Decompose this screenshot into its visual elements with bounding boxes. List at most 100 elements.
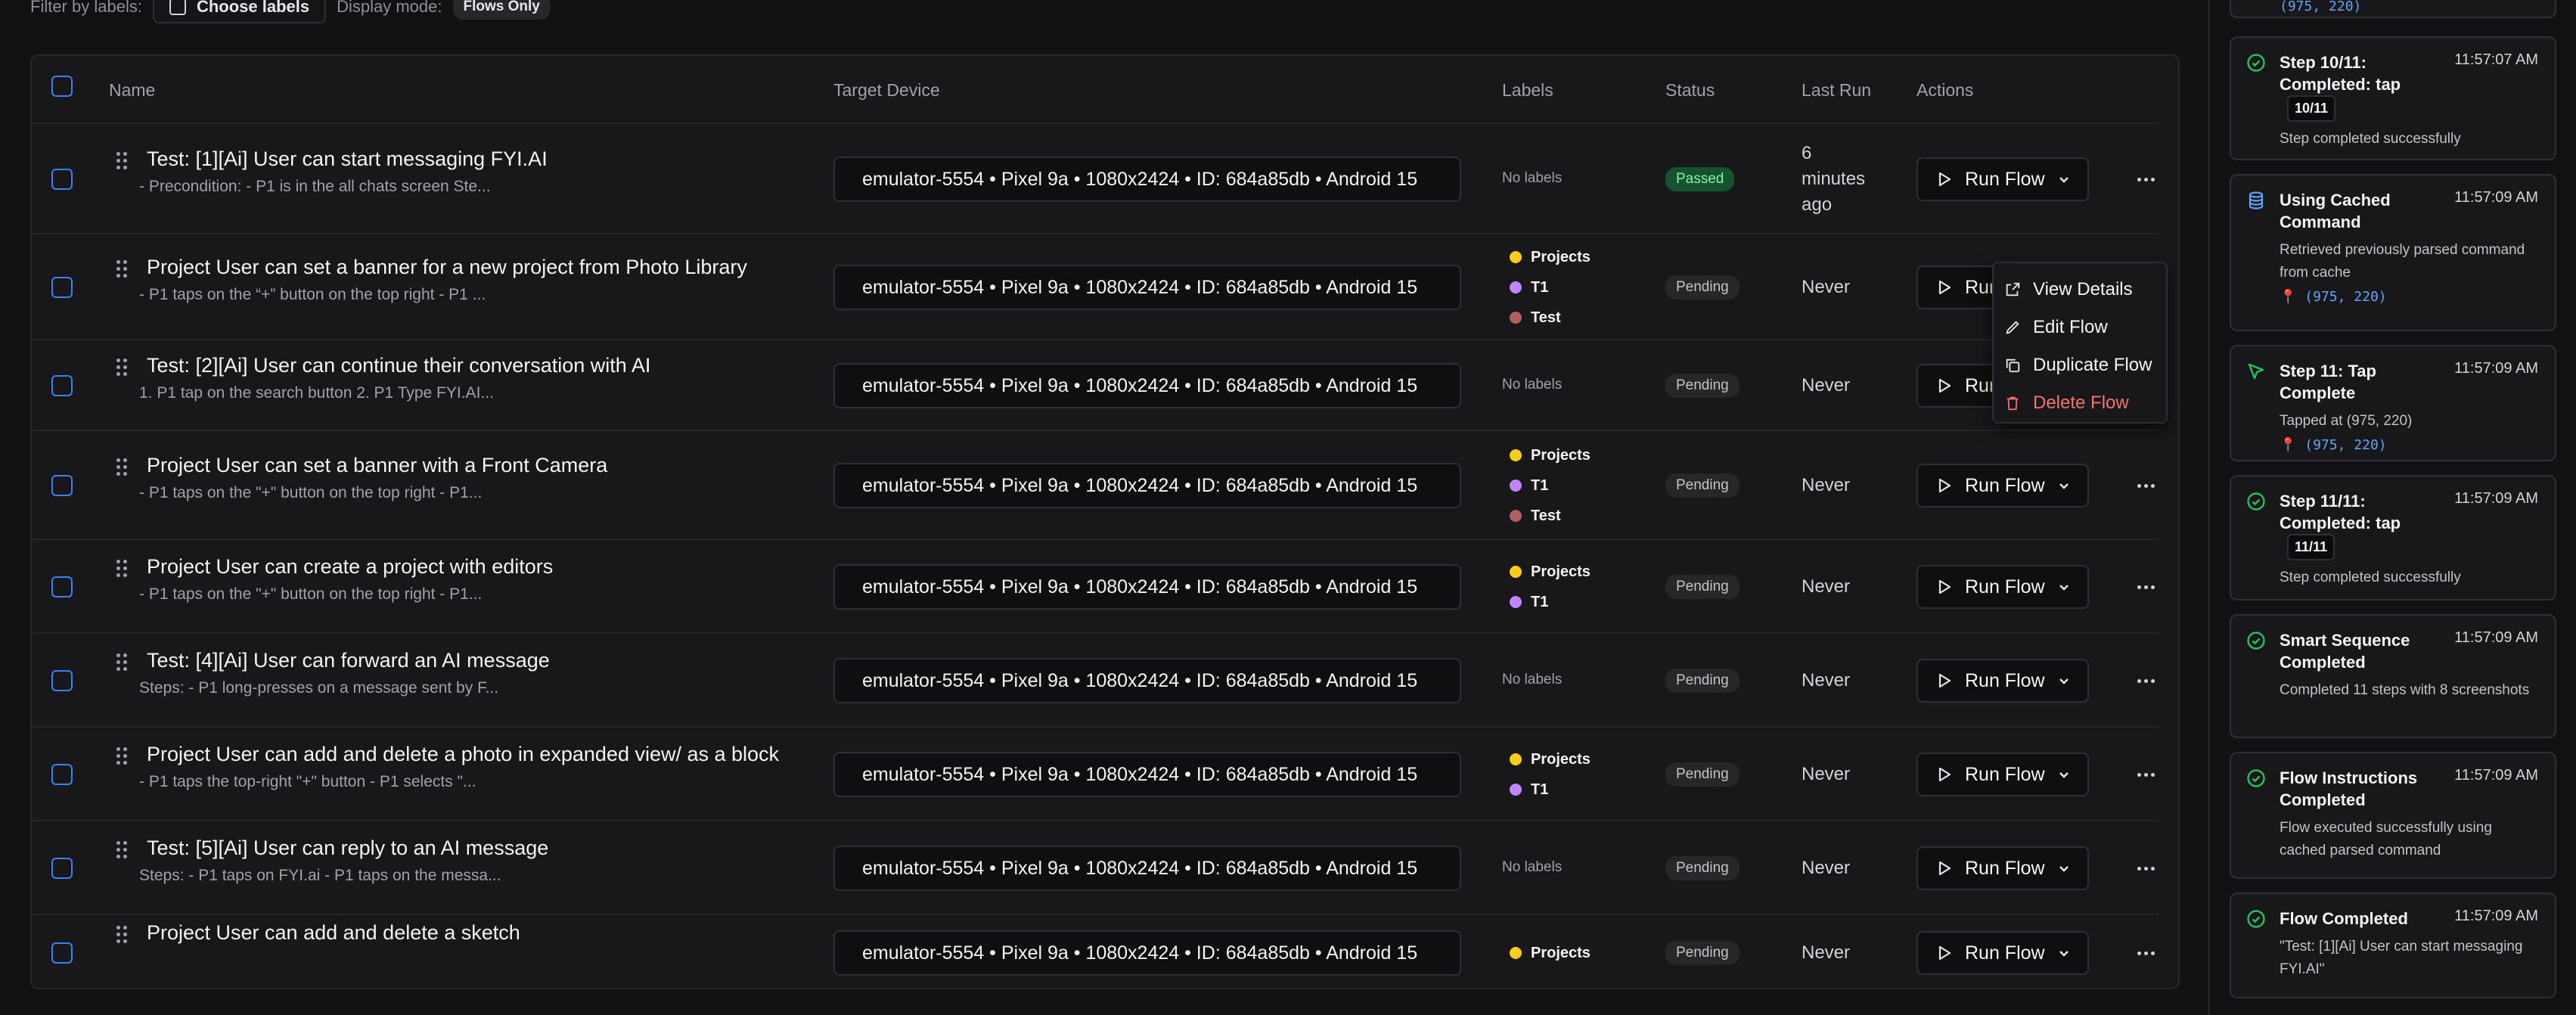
flow-description: Steps: - P1 taps on FYI.ai - P1 taps on … — [139, 867, 501, 884]
menu-duplicate-flow[interactable]: Duplicate Flow — [2004, 346, 2155, 384]
chevron-down-icon[interactable] — [2057, 768, 2071, 781]
flow-title[interactable]: Project User can add and delete a sketch — [147, 921, 520, 945]
header-status[interactable]: Status — [1665, 80, 1715, 101]
row-checkbox[interactable] — [51, 670, 73, 691]
more-options-icon[interactable] — [2133, 166, 2159, 192]
flow-title[interactable]: Project User can add and delete a photo … — [147, 743, 779, 766]
menu-delete-flow-label: Delete Flow — [2033, 393, 2129, 413]
row-checkbox[interactable] — [51, 576, 73, 598]
table-row[interactable]: Project User can set a banner for a new … — [32, 234, 2159, 340]
table-row[interactable]: Test: [2][Ai] User can continue their co… — [32, 340, 2159, 431]
run-flow-label: Run Flow — [1965, 474, 2045, 496]
chevron-down-icon[interactable] — [2057, 946, 2071, 960]
label-chip[interactable]: Projects — [1510, 561, 1591, 582]
flow-title[interactable]: Test: [2][Ai] User can continue their co… — [147, 354, 650, 377]
checkbox-icon — [169, 0, 186, 15]
target-device-select[interactable]: emulator-5554 • Pixel 9a • 1080x2424 • I… — [833, 157, 1461, 202]
row-checkbox[interactable] — [51, 764, 73, 785]
target-device-select[interactable]: emulator-5554 • Pixel 9a • 1080x2424 • I… — [833, 930, 1461, 976]
row-checkbox[interactable] — [51, 375, 73, 396]
label-chip[interactable]: Test — [1510, 505, 1591, 526]
drag-handle-icon[interactable] — [116, 653, 127, 671]
display-mode-toggle[interactable]: Flows Only — [452, 0, 551, 20]
label-chip[interactable]: T1 — [1510, 475, 1591, 496]
label-chip[interactable]: Projects — [1510, 445, 1591, 466]
run-flow-button[interactable]: Run Flow — [1916, 753, 2089, 796]
flow-title[interactable]: Project User can set a banner with a Fro… — [147, 454, 607, 477]
chevron-down-icon[interactable] — [2057, 674, 2071, 688]
header-name[interactable]: Name — [109, 80, 155, 101]
run-flow-button[interactable]: Run Flow — [1916, 659, 2089, 703]
run-flow-button[interactable]: Run Flow — [1916, 846, 2089, 890]
drag-handle-icon[interactable] — [116, 747, 127, 765]
table-row[interactable]: Project User can create a project with e… — [32, 540, 2159, 634]
choose-labels-button[interactable]: Choose labels — [152, 0, 327, 23]
label-chip[interactable]: Test — [1510, 307, 1591, 328]
table-row[interactable]: Test: [1][Ai] User can start messaging F… — [32, 124, 2159, 234]
run-flow-button[interactable]: Run Flow — [1916, 157, 2089, 201]
flow-title[interactable]: Project User can set a banner for a new … — [147, 256, 747, 279]
chevron-down-icon[interactable] — [2057, 861, 2071, 875]
target-device-select[interactable]: emulator-5554 • Pixel 9a • 1080x2424 • I… — [833, 564, 1461, 610]
target-device-select[interactable]: emulator-5554 • Pixel 9a • 1080x2424 • I… — [833, 363, 1461, 408]
more-options-icon[interactable] — [2133, 668, 2159, 694]
more-options-icon[interactable] — [2133, 855, 2159, 881]
step-badge: 11/11 — [2287, 534, 2335, 560]
menu-delete-flow[interactable]: Delete Flow — [2004, 384, 2155, 422]
chevron-down-icon[interactable] — [2057, 479, 2071, 492]
table-row[interactable]: Project User can add and delete a sketch… — [32, 915, 2159, 988]
more-options-icon[interactable] — [2133, 940, 2159, 966]
run-flow-button[interactable]: Run Flow — [1916, 464, 2089, 508]
more-options-icon[interactable] — [2133, 473, 2159, 498]
log-entry: Flow Completed 11:57:09 AM "Test: [1][Ai] … — [2230, 892, 2556, 998]
flow-title[interactable]: Test: [1][Ai] User can start messaging F… — [147, 147, 548, 171]
target-device-select[interactable]: emulator-5554 • Pixel 9a • 1080x2424 • I… — [833, 846, 1461, 891]
last-run-text: Never — [1802, 670, 1851, 691]
run-flow-button[interactable]: Run Flow — [1916, 565, 2089, 609]
target-device-select[interactable]: emulator-5554 • Pixel 9a • 1080x2424 • I… — [833, 463, 1461, 508]
target-device-select[interactable]: emulator-5554 • Pixel 9a • 1080x2424 • I… — [833, 752, 1461, 797]
label-chip[interactable]: T1 — [1510, 779, 1591, 800]
drag-handle-icon[interactable] — [116, 458, 127, 476]
flow-title[interactable]: Test: [4][Ai] User can forward an AI mes… — [147, 649, 550, 672]
row-checkbox[interactable] — [51, 169, 73, 190]
drag-handle-icon[interactable] — [116, 152, 127, 169]
row-checkbox[interactable] — [51, 858, 73, 879]
more-options-icon[interactable] — [2133, 762, 2159, 787]
target-device-select[interactable]: emulator-5554 • Pixel 9a • 1080x2424 • I… — [833, 265, 1461, 310]
label-chip[interactable]: Projects — [1510, 942, 1591, 964]
log-entry: Step 11: Tap Complete 11:57:09 AM Tapped a… — [2230, 345, 2556, 461]
play-icon — [1938, 673, 1951, 688]
menu-edit-flow[interactable]: Edit Flow — [2004, 309, 2155, 346]
drag-handle-icon[interactable] — [116, 841, 127, 858]
select-all-checkbox[interactable] — [51, 76, 73, 97]
table-row[interactable]: Test: [4][Ai] User can forward an AI mes… — [32, 634, 2159, 728]
table-row[interactable]: Project User can add and delete a photo … — [32, 728, 2159, 821]
drag-handle-icon[interactable] — [116, 359, 127, 376]
menu-view-details[interactable]: View Details — [2004, 271, 2155, 309]
header-last-run[interactable]: Last Run — [1802, 80, 1871, 101]
label-color-dot — [1510, 510, 1522, 522]
play-icon — [1938, 945, 1951, 961]
label-chip[interactable]: T1 — [1510, 591, 1591, 613]
more-options-icon[interactable] — [2133, 574, 2159, 600]
table-row[interactable]: Project User can set a banner with a Fro… — [32, 431, 2159, 540]
check-circle-icon — [2246, 53, 2266, 73]
flow-title[interactable]: Project User can create a project with e… — [147, 555, 553, 579]
drag-handle-icon[interactable] — [116, 926, 127, 943]
label-chip[interactable]: Projects — [1510, 247, 1591, 268]
run-flow-button[interactable]: Run Flow — [1916, 931, 2089, 975]
log-entry: Smart Sequence Completed 11:57:09 AM Compl… — [2230, 614, 2556, 738]
target-device-select[interactable]: emulator-5554 • Pixel 9a • 1080x2424 • I… — [833, 658, 1461, 703]
label-chip[interactable]: Projects — [1510, 749, 1591, 770]
chevron-down-icon[interactable] — [2057, 580, 2071, 594]
row-checkbox[interactable] — [51, 942, 73, 964]
table-row[interactable]: Test: [5][Ai] User can reply to an AI me… — [32, 821, 2159, 915]
drag-handle-icon[interactable] — [116, 260, 127, 278]
drag-handle-icon[interactable] — [116, 560, 127, 577]
row-checkbox[interactable] — [51, 475, 73, 496]
chevron-down-icon[interactable] — [2057, 172, 2071, 186]
label-chip[interactable]: T1 — [1510, 277, 1591, 298]
flow-title[interactable]: Test: [5][Ai] User can reply to an AI me… — [147, 837, 548, 860]
row-checkbox[interactable] — [51, 277, 73, 298]
